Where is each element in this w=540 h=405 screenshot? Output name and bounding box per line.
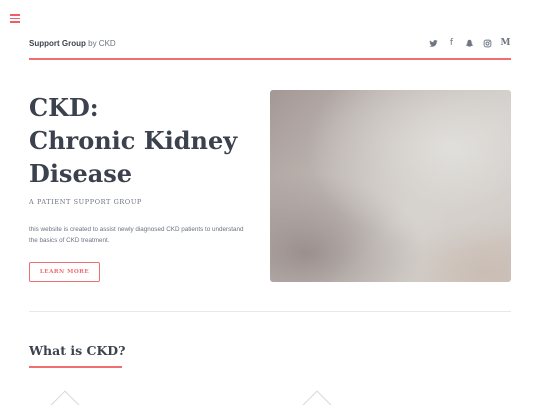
twitter-icon[interactable] [428, 38, 439, 49]
brand-name: Support Group [29, 39, 86, 48]
section-title: What is CKD? [29, 343, 126, 358]
hero-title-line-1: CKD: [29, 93, 99, 122]
hero-title-line-2: Chronic Kidney [29, 126, 238, 155]
site-header: Support Group by CKD f M [29, 38, 511, 52]
facebook-icon[interactable]: f [446, 38, 457, 49]
hero-title: CKD: Chronic Kidney Disease [29, 91, 259, 190]
hero-image [270, 90, 511, 282]
hero-tagline: A PATIENT SUPPORT GROUP [29, 198, 142, 206]
hero-title-line-3: Disease [29, 159, 133, 188]
hamburger-menu-icon[interactable] [10, 14, 20, 23]
instagram-icon[interactable] [482, 38, 493, 49]
snapchat-icon[interactable] [464, 38, 475, 49]
section-divider [29, 311, 511, 312]
medium-icon[interactable]: M [500, 38, 511, 49]
learn-more-button[interactable]: LEARN MORE [29, 262, 100, 282]
card-pointer-1 [49, 390, 81, 405]
section-title-underline [29, 366, 122, 368]
card-pointer-2 [301, 390, 333, 405]
header-divider [29, 58, 511, 60]
social-links: f M [428, 38, 511, 49]
brand-byline: by CKD [88, 39, 116, 48]
hero-intro-text: this website is created to assist newly … [29, 226, 244, 244]
